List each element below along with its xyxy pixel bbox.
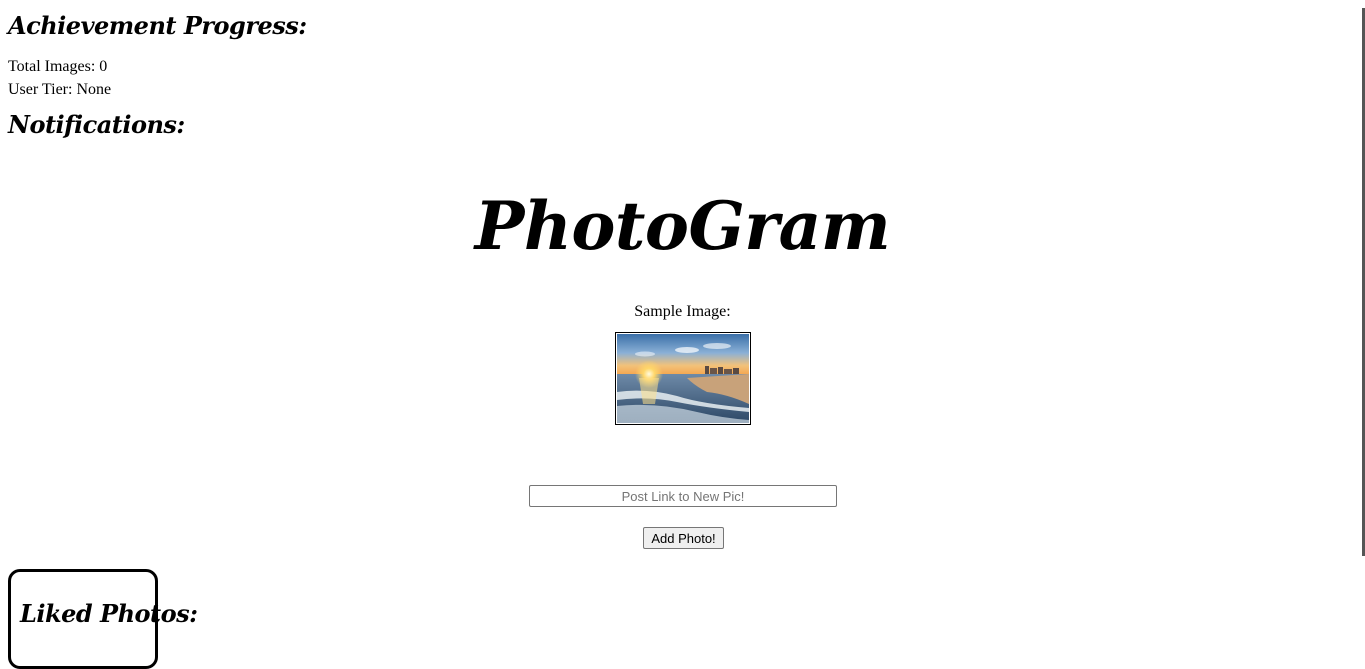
user-tier: User Tier: None — [8, 81, 112, 98]
sample-image-picture — [617, 334, 749, 423]
total-images-count: Total Images: 0 — [8, 58, 108, 75]
sample-image — [615, 332, 751, 425]
add-photo-button[interactable]: Add Photo! — [643, 527, 724, 549]
achievement-progress-heading: Achievement Progress: — [8, 11, 307, 40]
liked-photos-heading: Liked Photos: — [20, 599, 198, 628]
notifications-heading: Notifications: — [8, 110, 185, 139]
sample-image-label: Sample Image: — [634, 303, 731, 320]
liked-photos-panel: Liked Photos: — [8, 569, 198, 669]
app-title: PhotoGram — [474, 187, 891, 265]
photo-link-input[interactable] — [529, 485, 837, 507]
